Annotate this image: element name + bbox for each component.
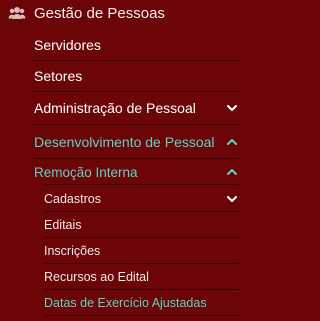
users-icon <box>8 6 26 20</box>
menu-item-label: Setores <box>34 68 83 84</box>
menu-item-label: Servidores <box>34 37 101 53</box>
menu-divider <box>34 91 239 92</box>
menu-divider <box>34 124 239 125</box>
menu-item-label: Desenvolvimento de Pessoal <box>34 134 215 150</box>
submenu-item-label: Recursos ao Edital <box>44 269 149 284</box>
menu-divider <box>34 60 239 61</box>
submenu-item-editais[interactable]: Editais <box>44 212 239 237</box>
submenu-label: Remoção Interna <box>34 164 138 180</box>
submenu-item-label: Cadastros <box>44 191 101 206</box>
menu-item-servidores[interactable]: Servidores <box>34 32 239 58</box>
menu-divider <box>44 184 239 185</box>
module-title: Gestão de Pessoas <box>34 4 165 22</box>
menu-item-setores[interactable]: Setores <box>34 63 239 89</box>
chevron-up-icon <box>227 139 237 145</box>
submenu-item-label: Datas de Exercício Ajustadas <box>44 295 207 310</box>
submenu-remocao-interna[interactable]: Remoção Interna <box>34 160 239 184</box>
submenu-item-inscricoes[interactable]: Inscrições <box>44 238 239 263</box>
submenu-item-cadastros[interactable]: Cadastros <box>44 186 239 211</box>
chevron-up-icon <box>227 169 237 175</box>
menu-item-desenvolvimento-de-pessoal[interactable]: Desenvolvimento de Pessoal <box>34 129 239 155</box>
menu-item-label: Administração de Pessoal <box>34 100 196 116</box>
sidebar: Gestão de Pessoas Servidores Setores Adm… <box>0 0 253 321</box>
menu-divider <box>44 315 239 316</box>
submenu-item-label: Inscrições <box>44 243 101 258</box>
chevron-down-icon <box>227 195 237 202</box>
submenu-item-label: Editais <box>44 217 82 232</box>
menu-item-administracao-de-pessoal[interactable]: Administração de Pessoal <box>34 95 239 121</box>
menu-divider <box>34 158 239 159</box>
chevron-down-icon <box>227 105 237 111</box>
module-header[interactable]: Gestão de Pessoas <box>8 3 165 23</box>
submenu-item-datas-de-exercicio-ajustadas[interactable]: Datas de Exercício Ajustadas <box>44 290 239 315</box>
submenu-item-recursos-ao-edital[interactable]: Recursos ao Edital <box>44 264 239 289</box>
